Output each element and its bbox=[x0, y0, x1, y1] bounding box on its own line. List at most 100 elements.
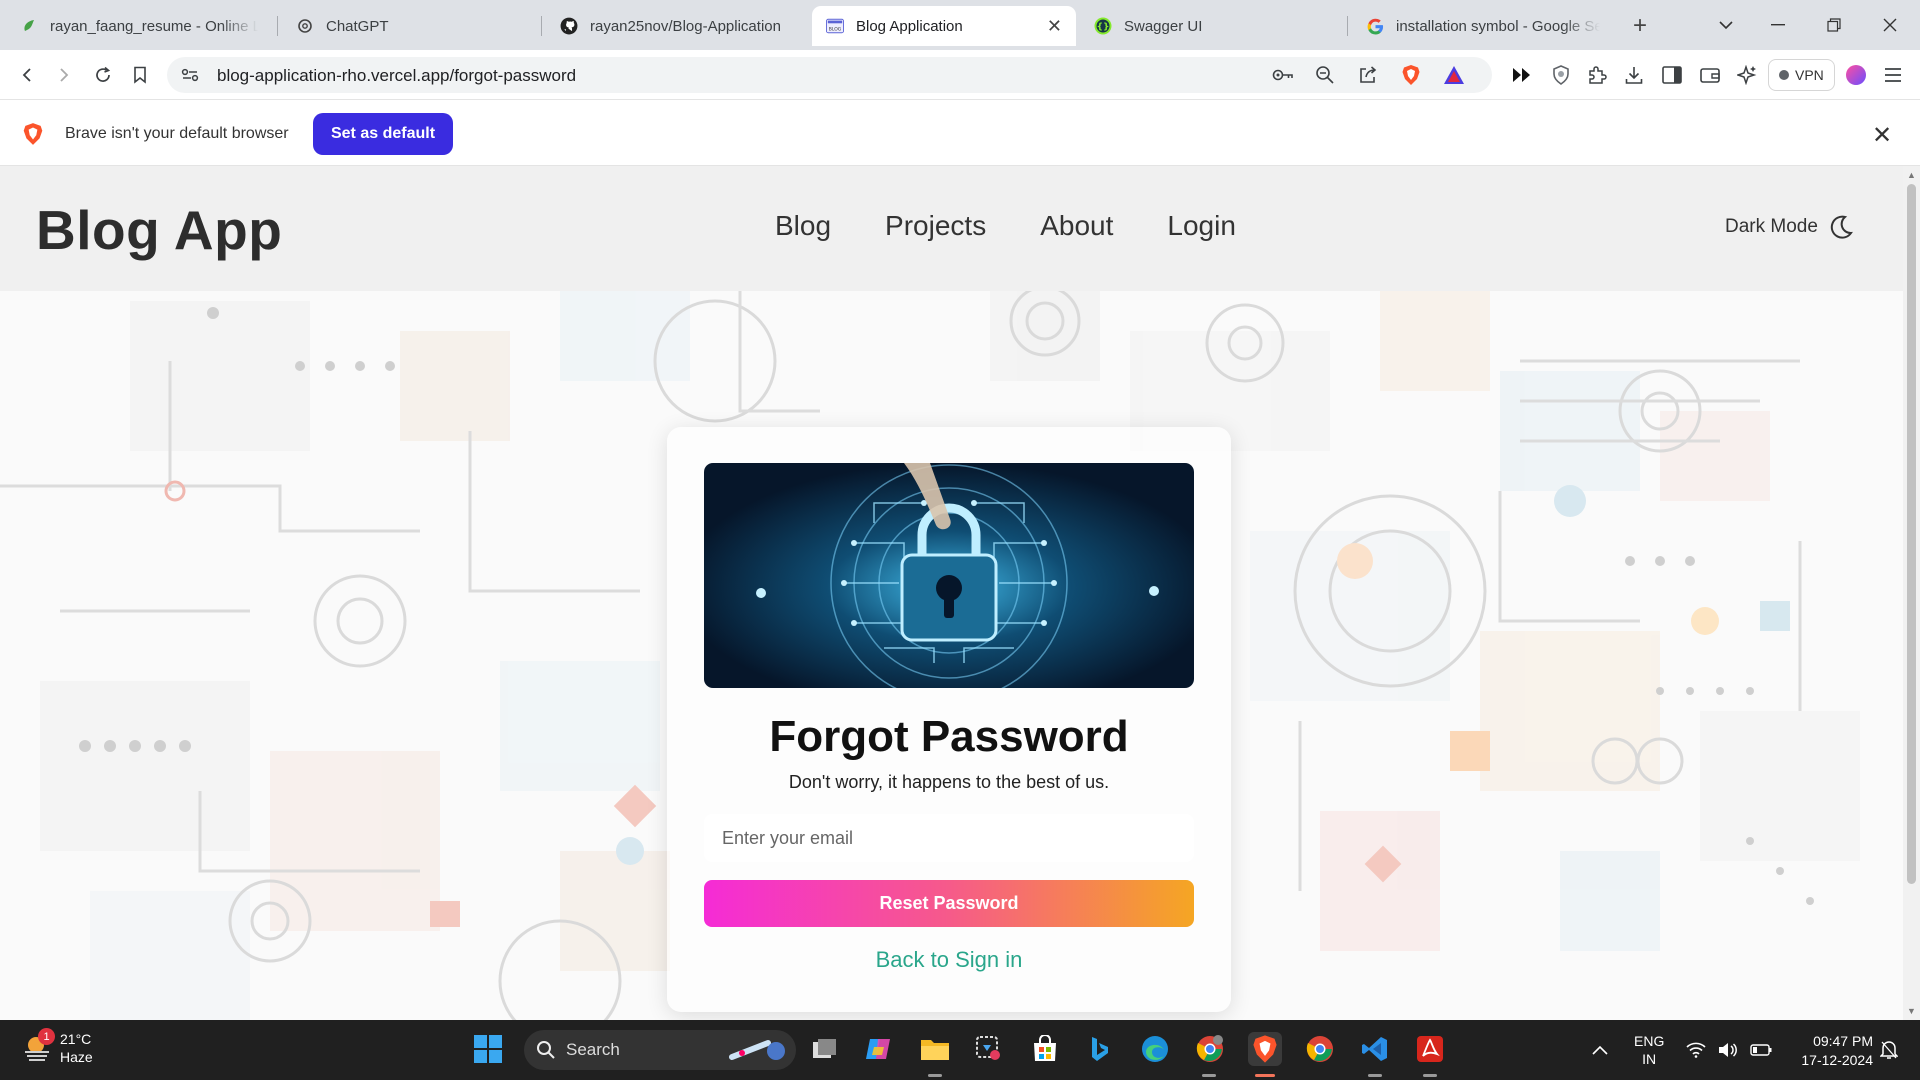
default-browser-infobar: Brave isn't your default browser Set as … bbox=[0, 101, 1920, 166]
downloads-icon[interactable] bbox=[1619, 60, 1649, 90]
brave-taskbar-icon[interactable] bbox=[1248, 1032, 1282, 1066]
tab-overleaf[interactable]: rayan_faang_resume - Online LaTeX Editor bbox=[6, 6, 272, 46]
chatgpt-icon bbox=[296, 17, 314, 35]
tab-strip: rayan_faang_resume - Online LaTeX Editor… bbox=[0, 0, 1920, 50]
blog-favicon-icon: BLOG bbox=[826, 17, 844, 35]
vpn-label: VPN bbox=[1795, 67, 1824, 83]
forward-icon[interactable] bbox=[49, 60, 79, 90]
volume-icon bbox=[1718, 1042, 1738, 1058]
media-fast-forward-icon[interactable] bbox=[1507, 60, 1537, 90]
form-title: Forgot Password bbox=[769, 712, 1129, 761]
restore-icon[interactable] bbox=[1806, 0, 1862, 50]
scroll-down-arrow-icon[interactable]: ▼ bbox=[1907, 1006, 1916, 1016]
main-menu-icon[interactable] bbox=[1878, 60, 1908, 90]
show-hidden-icons-chevron[interactable] bbox=[1592, 1020, 1608, 1080]
set-as-default-button[interactable]: Set as default bbox=[313, 113, 453, 155]
tab-chatgpt[interactable]: ChatGPT bbox=[282, 6, 538, 46]
tab-swagger[interactable]: {} Swagger UI bbox=[1080, 6, 1344, 46]
language-indicator[interactable]: ENG IN bbox=[1634, 1020, 1664, 1080]
chrome-icon[interactable] bbox=[1303, 1032, 1337, 1066]
quick-settings[interactable] bbox=[1686, 1020, 1772, 1080]
password-key-icon[interactable] bbox=[1268, 60, 1298, 90]
scrollbar-thumb[interactable] bbox=[1907, 184, 1916, 884]
tab-github[interactable]: rayan25nov/Blog-Application bbox=[546, 6, 808, 46]
tab-label: ChatGPT bbox=[326, 17, 389, 35]
microsoft-store-icon[interactable] bbox=[1028, 1032, 1062, 1066]
bing-icon[interactable] bbox=[1083, 1032, 1117, 1066]
overleaf-icon bbox=[20, 17, 38, 35]
page-scrollbar[interactable]: ▲ ▼ bbox=[1903, 166, 1920, 1020]
tab-blog-application[interactable]: BLOG Blog Application ✕ bbox=[812, 6, 1076, 46]
new-tab-button[interactable]: + bbox=[1626, 12, 1654, 40]
vpn-button[interactable]: VPN bbox=[1768, 59, 1835, 91]
share-icon[interactable] bbox=[1353, 60, 1383, 90]
chrome-dev-running-indicator bbox=[1202, 1074, 1216, 1077]
brave-rewards-icon[interactable] bbox=[1439, 60, 1469, 90]
vscode-running-indicator bbox=[1368, 1074, 1382, 1077]
windows-start-icon[interactable] bbox=[473, 1034, 503, 1064]
infobar-message: Brave isn't your default browser bbox=[65, 125, 289, 142]
file-explorer-icon[interactable] bbox=[918, 1032, 952, 1066]
moon-icon bbox=[1828, 214, 1854, 240]
window-close-icon[interactable] bbox=[1862, 0, 1918, 50]
url-text[interactable]: blog-application-rho.vercel.app/forgot-p… bbox=[217, 66, 576, 86]
back-icon[interactable] bbox=[12, 60, 42, 90]
brave-shields-icon[interactable] bbox=[1396, 60, 1426, 90]
tab-close-icon[interactable]: ✕ bbox=[1047, 16, 1062, 37]
nav-link-projects[interactable]: Projects bbox=[885, 210, 986, 242]
battery-icon bbox=[1750, 1044, 1772, 1056]
back-to-sign-in-link[interactable]: Back to Sign in bbox=[667, 947, 1231, 973]
taskbar-search[interactable]: Search bbox=[524, 1030, 796, 1070]
windows-taskbar: 1 21°C Haze Search ENG IN 09:47 PM 17-12… bbox=[0, 1020, 1920, 1080]
infobar-close-icon[interactable]: ✕ bbox=[1872, 121, 1892, 150]
chrome-dev-icon[interactable] bbox=[1193, 1032, 1227, 1066]
wallet-icon[interactable] bbox=[1695, 60, 1725, 90]
profile-avatar[interactable] bbox=[1841, 60, 1871, 90]
notification-bell-icon[interactable] bbox=[1880, 1020, 1898, 1080]
tab-label: Blog Application bbox=[856, 17, 963, 35]
bookmark-icon[interactable] bbox=[125, 60, 155, 90]
system-clock[interactable]: 09:47 PM 17-12-2024 bbox=[1783, 1032, 1873, 1070]
tab-label: installation symbol - Google Search bbox=[1396, 17, 1600, 35]
page-viewport: Blog App Blog Projects About Login Dark … bbox=[0, 166, 1903, 1020]
copilot-icon[interactable] bbox=[862, 1032, 896, 1066]
email-input[interactable] bbox=[704, 814, 1194, 862]
github-icon bbox=[560, 17, 578, 35]
tab-label: rayan_faang_resume - Online LaTeX Editor bbox=[50, 17, 258, 35]
vpn-status-icon bbox=[1779, 70, 1789, 80]
site-settings-icon[interactable] bbox=[175, 60, 205, 90]
google-icon bbox=[1366, 17, 1384, 35]
browser-toolbar: blog-application-rho.vercel.app/forgot-p… bbox=[0, 50, 1920, 100]
nav-link-blog[interactable]: Blog bbox=[775, 210, 831, 242]
extensions-puzzle-icon[interactable] bbox=[1582, 60, 1612, 90]
vscode-icon[interactable] bbox=[1358, 1032, 1392, 1066]
task-view-icon[interactable] bbox=[808, 1032, 842, 1066]
acrobat-running-indicator bbox=[1423, 1074, 1437, 1077]
nav-link-login[interactable]: Login bbox=[1167, 210, 1236, 242]
weather-temp: 21°C bbox=[60, 1031, 92, 1047]
acrobat-icon[interactable] bbox=[1413, 1032, 1447, 1066]
shield-extension-icon[interactable] bbox=[1546, 60, 1576, 90]
search-highlight-icon bbox=[728, 1037, 788, 1063]
site-nav: Blog Projects About Login bbox=[775, 210, 1236, 242]
site-brand[interactable]: Blog App bbox=[36, 198, 282, 262]
weather-widget[interactable]: 1 21°C Haze bbox=[22, 1028, 93, 1066]
tab-google[interactable]: installation symbol - Google Search bbox=[1352, 6, 1614, 46]
sidebar-toggle-icon[interactable] bbox=[1657, 60, 1687, 90]
brave-logo-icon bbox=[22, 122, 44, 146]
minimize-icon[interactable] bbox=[1750, 0, 1806, 50]
address-bar[interactable]: blog-application-rho.vercel.app/forgot-p… bbox=[167, 57, 1492, 93]
scroll-up-arrow-icon[interactable]: ▲ bbox=[1907, 170, 1916, 180]
svg-text:BLOG: BLOG bbox=[829, 27, 842, 33]
explorer-running-indicator bbox=[928, 1074, 942, 1077]
edge-icon[interactable] bbox=[1138, 1032, 1172, 1066]
dark-mode-toggle[interactable]: Dark Mode bbox=[1725, 214, 1854, 240]
svg-text:{}: {} bbox=[1097, 23, 1110, 33]
zoom-out-icon[interactable] bbox=[1310, 60, 1340, 90]
leo-ai-sparkle-icon[interactable] bbox=[1732, 60, 1762, 90]
nav-link-about[interactable]: About bbox=[1040, 210, 1113, 242]
reset-password-button[interactable]: Reset Password bbox=[704, 880, 1194, 927]
snipping-tool-icon[interactable] bbox=[972, 1032, 1006, 1066]
tab-search-chevron-icon[interactable] bbox=[1698, 0, 1754, 50]
reload-icon[interactable] bbox=[88, 60, 118, 90]
